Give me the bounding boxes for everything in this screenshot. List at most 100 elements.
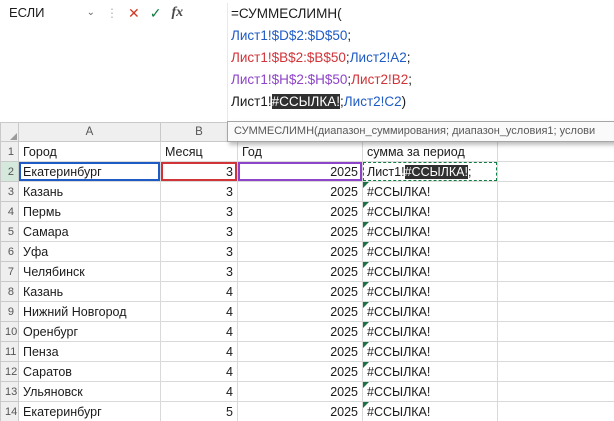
cell-A13[interactable]: Ульяновск bbox=[19, 382, 161, 402]
cell-A14[interactable]: Екатеринбург bbox=[19, 402, 161, 421]
cell-B13[interactable]: 4 bbox=[161, 382, 238, 402]
cell-C3[interactable]: 2025 bbox=[238, 182, 363, 202]
cell-E13[interactable] bbox=[498, 382, 614, 402]
cell-D1[interactable]: сумма за период bbox=[363, 142, 498, 162]
cell-A5[interactable]: Самара bbox=[19, 222, 161, 242]
row-header-5[interactable]: 5 bbox=[1, 222, 19, 242]
column-header-B[interactable]: B bbox=[161, 123, 238, 142]
column-header-A[interactable]: A bbox=[19, 123, 161, 142]
cell-A1[interactable]: Город bbox=[19, 142, 161, 162]
cell-C5[interactable]: 2025 bbox=[238, 222, 363, 242]
cell-E2[interactable] bbox=[498, 162, 614, 182]
cell-E1[interactable] bbox=[498, 142, 614, 162]
cell-D14[interactable]: #ССЫЛКА! bbox=[363, 402, 498, 421]
insert-function-icon[interactable]: fx bbox=[166, 5, 188, 21]
cell-C7[interactable]: 2025 bbox=[238, 262, 363, 282]
cell-D12[interactable]: #ССЫЛКА! bbox=[363, 362, 498, 382]
cell-A2[interactable]: Екатеринбург bbox=[19, 162, 161, 182]
formula-line: Лист1!$H$2:$H$50;Лист2!B2; bbox=[231, 69, 614, 91]
cell-E8[interactable] bbox=[498, 282, 614, 302]
formula-input[interactable]: =СУММЕСЛИМН(Лист1!$D$2:$D$50;Лист1!$B$2:… bbox=[227, 3, 614, 121]
row-header-9[interactable]: 9 bbox=[1, 302, 19, 322]
cell-C14[interactable]: 2025 bbox=[238, 402, 363, 421]
cell-B4[interactable]: 3 bbox=[161, 202, 238, 222]
cell-C13[interactable]: 2025 bbox=[238, 382, 363, 402]
cell-B5[interactable]: 3 bbox=[161, 222, 238, 242]
cell-D8[interactable]: #ССЫЛКА! bbox=[363, 282, 498, 302]
cell-B8[interactable]: 4 bbox=[161, 282, 238, 302]
cell-E5[interactable] bbox=[498, 222, 614, 242]
chevron-down-icon[interactable]: ⌄ bbox=[87, 8, 95, 18]
confirm-check-icon[interactable]: ✓ bbox=[145, 5, 167, 21]
cell-D10[interactable]: #ССЫЛКА! bbox=[363, 322, 498, 342]
cell-D6[interactable]: #ССЫЛКА! bbox=[363, 242, 498, 262]
cell-D2-editing[interactable]: Лист1!#ССЫЛКА!; bbox=[363, 162, 498, 182]
cell-E3[interactable] bbox=[498, 182, 614, 202]
cell-E11[interactable] bbox=[498, 342, 614, 362]
row-header-2[interactable]: 2 bbox=[1, 162, 19, 182]
cell-B7[interactable]: 3 bbox=[161, 262, 238, 282]
cell-A3[interactable]: Казань bbox=[19, 182, 161, 202]
cell-E6[interactable] bbox=[498, 242, 614, 262]
cell-E10[interactable] bbox=[498, 322, 614, 342]
row-header-14[interactable]: 14 bbox=[1, 402, 19, 421]
row-header-13[interactable]: 13 bbox=[1, 382, 19, 402]
name-box[interactable]: ЕСЛИ ⌄ bbox=[9, 5, 95, 20]
formula-token: ; bbox=[407, 50, 411, 65]
cell-A12[interactable]: Саратов bbox=[19, 362, 161, 382]
cell-D5[interactable]: #ССЫЛКА! bbox=[363, 222, 498, 242]
row-header-11[interactable]: 11 bbox=[1, 342, 19, 362]
cell-D4[interactable]: #ССЫЛКА! bbox=[363, 202, 498, 222]
cell-A11[interactable]: Пенза bbox=[19, 342, 161, 362]
row-header-7[interactable]: 7 bbox=[1, 262, 19, 282]
row-header-6[interactable]: 6 bbox=[1, 242, 19, 262]
formula-line: Лист1!#ССЫЛКА!;Лист2!C2) bbox=[231, 91, 614, 113]
cell-D11[interactable]: #ССЫЛКА! bbox=[363, 342, 498, 362]
row-header-3[interactable]: 3 bbox=[1, 182, 19, 202]
editing-cell-text: ; bbox=[468, 165, 471, 179]
cell-B11[interactable]: 4 bbox=[161, 342, 238, 362]
row-header-1[interactable]: 1 bbox=[1, 142, 19, 162]
cell-B2[interactable]: 3 bbox=[161, 162, 238, 182]
cell-C8[interactable]: 2025 bbox=[238, 282, 363, 302]
cell-B14[interactable]: 5 bbox=[161, 402, 238, 421]
cell-C4[interactable]: 2025 bbox=[238, 202, 363, 222]
cell-E14[interactable] bbox=[498, 402, 614, 421]
cell-A4[interactable]: Пермь bbox=[19, 202, 161, 222]
cell-E7[interactable] bbox=[498, 262, 614, 282]
cell-E4[interactable] bbox=[498, 202, 614, 222]
cell-B1[interactable]: Месяц bbox=[161, 142, 238, 162]
cell-C11[interactable]: 2025 bbox=[238, 342, 363, 362]
formula-token: Лист1!$B$2:$B$50 bbox=[231, 50, 346, 65]
cell-C12[interactable]: 2025 bbox=[238, 362, 363, 382]
cancel-icon[interactable]: ✕ bbox=[123, 5, 145, 21]
cell-D7[interactable]: #ССЫЛКА! bbox=[363, 262, 498, 282]
formula-bar-panel: ЕСЛИ ⌄ ⋮ ✕ ✓ fx =СУММЕСЛИМН(Лист1!$D$2:$… bbox=[0, 0, 614, 122]
cell-B6[interactable]: 3 bbox=[161, 242, 238, 262]
cell-A8[interactable]: Казань bbox=[19, 282, 161, 302]
cell-E12[interactable] bbox=[498, 362, 614, 382]
cell-D3[interactable]: #ССЫЛКА! bbox=[363, 182, 498, 202]
cell-C2[interactable]: 2025 bbox=[238, 162, 363, 182]
select-all-button[interactable] bbox=[1, 123, 19, 142]
cell-E9[interactable] bbox=[498, 302, 614, 322]
cell-B12[interactable]: 4 bbox=[161, 362, 238, 382]
cell-B10[interactable]: 4 bbox=[161, 322, 238, 342]
cell-A7[interactable]: Челябинск bbox=[19, 262, 161, 282]
cell-A9[interactable]: Нижний Новгород bbox=[19, 302, 161, 322]
cell-D9[interactable]: #ССЫЛКА! bbox=[363, 302, 498, 322]
cell-A6[interactable]: Уфа bbox=[19, 242, 161, 262]
row-header-8[interactable]: 8 bbox=[1, 282, 19, 302]
row-header-12[interactable]: 12 bbox=[1, 362, 19, 382]
row-header-4[interactable]: 4 bbox=[1, 202, 19, 222]
cell-D13[interactable]: #ССЫЛКА! bbox=[363, 382, 498, 402]
cell-C10[interactable]: 2025 bbox=[238, 322, 363, 342]
row-header-10[interactable]: 10 bbox=[1, 322, 19, 342]
cell-A10[interactable]: Оренбург bbox=[19, 322, 161, 342]
cell-B9[interactable]: 4 bbox=[161, 302, 238, 322]
cell-C6[interactable]: 2025 bbox=[238, 242, 363, 262]
cell-B3[interactable]: 3 bbox=[161, 182, 238, 202]
cell-C1[interactable]: Год bbox=[238, 142, 363, 162]
formula-token: ) bbox=[402, 94, 407, 109]
cell-C9[interactable]: 2025 bbox=[238, 302, 363, 322]
